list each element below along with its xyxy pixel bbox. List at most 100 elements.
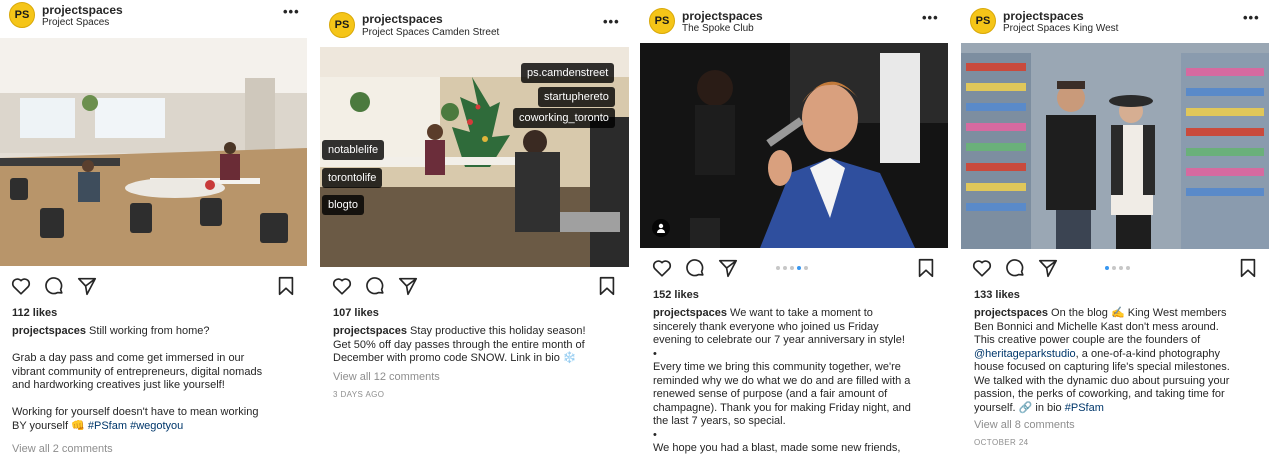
carousel-dot-active <box>797 266 801 270</box>
caption: projectspaces Still working from home? G… <box>12 325 302 433</box>
carousel-indicator <box>1105 266 1130 270</box>
bookmark-icon[interactable] <box>1237 257 1259 279</box>
caption-text: renewed sense of purpose (and a fair amo… <box>653 388 888 400</box>
avatar[interactable]: PS <box>9 2 35 28</box>
caption-username[interactable]: projectspaces <box>653 307 727 319</box>
caption-text: On the blog ✍️ King West members <box>1051 307 1227 319</box>
caption-text: sincerely thank everyone who joined us F… <box>653 320 879 333</box>
location-link[interactable]: The Spoke Club <box>682 23 754 34</box>
location-link[interactable]: Project Spaces <box>42 17 109 28</box>
more-options-icon[interactable]: ••• <box>1243 10 1260 25</box>
bullet-separator: • <box>653 428 657 441</box>
location-link[interactable]: Project Spaces Camden Street <box>362 27 499 38</box>
username[interactable]: projectspaces <box>362 12 443 26</box>
hashtag-link[interactable]: #PSfam <box>1065 402 1104 414</box>
hashtag-link[interactable]: #wegotyou <box>130 420 183 432</box>
share-send-icon[interactable] <box>1037 257 1059 279</box>
caption-text: yourself. 🔗 in bio <box>974 401 1062 414</box>
avatar[interactable]: PS <box>329 12 355 38</box>
username[interactable]: projectspaces <box>42 3 123 17</box>
photo-tag[interactable]: blogto <box>322 195 364 215</box>
photo-tag[interactable]: notablelife <box>322 140 385 160</box>
post-photo[interactable] <box>640 43 948 248</box>
bookmark-icon[interactable] <box>596 275 618 297</box>
caption-text: We talked with the dynamic duo about pur… <box>974 374 1230 387</box>
post-header: PS projectspaces Project Spaces ••• <box>0 0 307 36</box>
action-bar <box>0 275 307 301</box>
like-count[interactable]: 112 likes <box>12 307 57 319</box>
post-2: PS projectspaces Project Spaces Camden S… <box>320 0 629 458</box>
avatar[interactable]: PS <box>970 8 996 34</box>
location-link[interactable]: Project Spaces King West <box>1003 23 1118 34</box>
bookmark-icon[interactable] <box>915 257 937 279</box>
username[interactable]: projectspaces <box>682 9 763 23</box>
photo-tag[interactable]: ps.camdenstreet <box>521 63 615 83</box>
like-heart-icon[interactable] <box>971 257 993 279</box>
tagged-user-icon[interactable] <box>652 219 670 237</box>
carousel-dot <box>1126 266 1130 270</box>
post-photo[interactable] <box>0 38 307 266</box>
comment-icon[interactable] <box>684 257 706 279</box>
caption-username[interactable]: projectspaces <box>974 307 1048 319</box>
photo-tag[interactable]: startuphereto <box>538 87 615 107</box>
post-timestamp[interactable]: OCTOBER 24 <box>974 438 1029 447</box>
share-send-icon[interactable] <box>76 275 98 297</box>
hashtag-link[interactable]: #PSfam <box>88 420 127 432</box>
caption-text: reminded why we do what we do and are fi… <box>653 374 911 387</box>
caption-text: We hope you had a blast, made some new f… <box>653 442 901 454</box>
like-heart-icon[interactable] <box>331 275 353 297</box>
bookmark-icon[interactable] <box>275 275 297 297</box>
more-options-icon[interactable]: ••• <box>922 10 939 25</box>
like-count[interactable]: 107 likes <box>333 307 379 319</box>
share-send-icon[interactable] <box>397 275 419 297</box>
post-1: PS projectspaces Project Spaces ••• 112 … <box>0 0 307 458</box>
caption: projectspaces Stay productive this holid… <box>333 325 627 366</box>
like-count[interactable]: 152 likes <box>653 289 699 301</box>
couple-studio-photo <box>961 43 1269 249</box>
like-heart-icon[interactable] <box>10 275 32 297</box>
comment-icon[interactable] <box>43 275 65 297</box>
caption-text: the last 7 years, so special. <box>653 415 786 427</box>
action-bar <box>320 275 629 301</box>
carousel-indicator <box>776 266 808 270</box>
photo-tag[interactable]: coworking_toronto <box>513 108 615 128</box>
caption-text: passion, the perks of coworking, and tak… <box>974 388 1225 400</box>
post-timestamp[interactable]: 3 DAYS AGO <box>333 390 384 399</box>
action-bar <box>640 257 948 283</box>
caption-text: house focused on capturing life's specia… <box>974 361 1230 373</box>
post-4: PS projectspaces Project Spaces King Wes… <box>961 0 1269 458</box>
carousel-dot <box>790 266 794 270</box>
like-heart-icon[interactable] <box>651 257 673 279</box>
view-comments-link[interactable]: View all 2 comments <box>12 443 113 455</box>
view-comments-link[interactable]: View all 12 comments <box>333 371 440 383</box>
more-options-icon[interactable]: ••• <box>603 14 620 29</box>
carousel-dot <box>783 266 787 270</box>
like-count[interactable]: 133 likes <box>974 289 1020 301</box>
caption: projectspaces On the blog ✍️ King West m… <box>974 307 1269 415</box>
bullet-separator: • <box>653 347 657 360</box>
caption-text: We want to take a moment to <box>730 307 873 319</box>
caption: projectspaces We want to take a moment t… <box>653 307 947 456</box>
mention-link[interactable]: @heritageparkstudio <box>974 348 1076 360</box>
share-send-icon[interactable] <box>717 257 739 279</box>
post-header: PS projectspaces Project Spaces Camden S… <box>320 0 629 38</box>
caption-text: Every time we bring this community toget… <box>653 361 901 373</box>
view-comments-link[interactable]: View all 8 comments <box>974 419 1075 431</box>
comment-icon[interactable] <box>364 275 386 297</box>
more-options-icon[interactable]: ••• <box>283 4 300 19</box>
caption-username[interactable]: projectspaces <box>12 325 86 337</box>
caption-text: evening to celebrate our 7 year annivers… <box>653 334 905 346</box>
caption-text: Ben Bonnici and Michelle Kast don't mess… <box>974 320 1219 333</box>
carousel-dot <box>776 266 780 270</box>
comment-icon[interactable] <box>1004 257 1026 279</box>
caption-text: Still working from home? <box>89 325 210 337</box>
photo-tag[interactable]: torontolife <box>322 168 383 188</box>
username[interactable]: projectspaces <box>1003 9 1084 23</box>
post-photo[interactable]: ps.camdenstreet startuphereto coworking_… <box>320 47 629 267</box>
caption-username[interactable]: projectspaces <box>333 325 407 337</box>
post-photo[interactable] <box>961 43 1269 249</box>
carousel-dot-active <box>1105 266 1109 270</box>
caption-text: Working for yourself doesn't have to mea… <box>12 406 259 418</box>
coworking-space-photo <box>0 38 307 266</box>
avatar[interactable]: PS <box>649 8 675 34</box>
